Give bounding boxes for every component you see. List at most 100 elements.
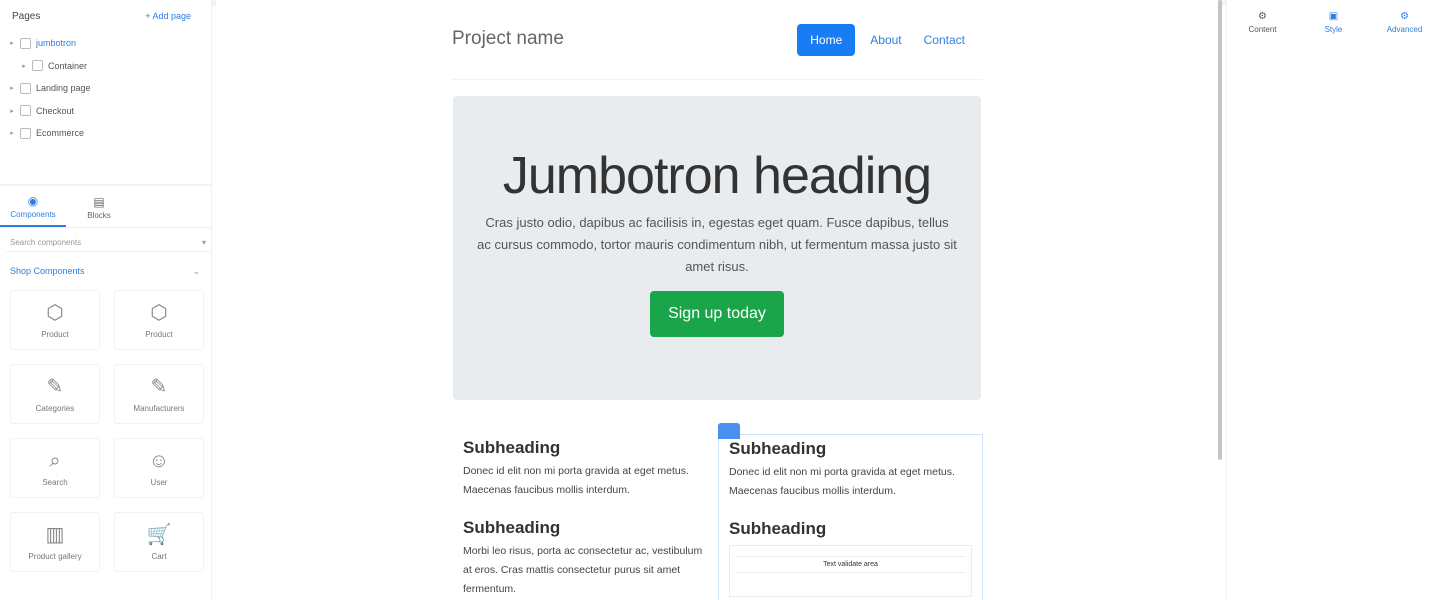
group-header-shop[interactable]: Shop Components ⌄ <box>10 262 200 280</box>
manufacturers-icon: ✎ <box>150 375 168 398</box>
chevron-down-icon[interactable]: ⌄ <box>192 266 200 277</box>
page-icon <box>20 127 31 139</box>
tab-label: Components <box>10 210 56 219</box>
content-icon: ⚙ <box>1258 10 1267 22</box>
tab-label: Content <box>1248 24 1277 34</box>
form-submit-button[interactable]: Text validate area <box>736 561 965 568</box>
component-card[interactable]: 🛒 Cart <box>114 512 204 572</box>
tree-item-label: Checkout <box>36 105 75 116</box>
form-field[interactable] <box>736 556 965 557</box>
form-field[interactable] <box>736 572 965 573</box>
canvas-scrollbar[interactable] <box>1218 0 1222 460</box>
component-card[interactable]: ⌕ Search <box>10 438 100 498</box>
components-icon: ◉ <box>27 194 39 208</box>
component-label: Cart <box>151 551 167 561</box>
paragraph[interactable]: Donec id elit non mi porta gravida at eg… <box>463 462 708 500</box>
product-icon: ⬡ <box>150 301 168 324</box>
tree-item-label: jumbotron <box>36 38 77 49</box>
subheading[interactable]: Subheading <box>729 439 972 459</box>
paragraph[interactable]: Morbi leo risus, porta ac consectetur ac… <box>463 542 708 599</box>
app-window: Pages + Add page ▸ jumbotron ▸ Container… <box>0 0 1440 600</box>
nav-links: Home About Contact <box>797 23 972 56</box>
tree-toggle-icon[interactable]: ▸ <box>8 39 16 47</box>
sign-up-button[interactable]: Sign up today <box>650 291 784 337</box>
column-right-selected[interactable]: Subheading Donec id elit non mi porta gr… <box>718 423 983 600</box>
jumbotron-text[interactable]: Cras justo odio, dapibus ac facilisis in… <box>477 212 957 278</box>
left-panel: Pages + Add page ▸ jumbotron ▸ Container… <box>0 0 212 600</box>
components-grid: ⬡ Product ⬡ Product ✎ Categories ✎ Manuf… <box>10 290 210 572</box>
page-icon <box>20 37 31 49</box>
component-label: Product <box>145 329 173 339</box>
properties-tabs: ⚙ Content ▣ Style ⚙ Advanced <box>1227 0 1440 44</box>
component-card[interactable]: ⬡ Product <box>10 290 100 350</box>
tree-toggle-icon[interactable]: ▸ <box>8 84 16 92</box>
component-label: Manufacturers <box>133 403 185 413</box>
categories-icon: ✎ <box>46 375 64 398</box>
component-card[interactable]: ▥ Product gallery <box>10 512 100 572</box>
component-label: Product gallery <box>28 551 82 561</box>
tree-item-ecommerce[interactable]: ▸ Ecommerce <box>8 122 203 145</box>
blocks-icon: ▤ <box>93 195 105 209</box>
nav-link-home[interactable]: Home <box>797 23 856 56</box>
site-navbar: Project name Home About Contact <box>452 0 982 80</box>
cart-icon: 🛒 <box>146 523 172 546</box>
jumbotron[interactable]: Jumbotron heading Cras justo odio, dapib… <box>453 96 981 400</box>
gallery-icon: ▥ <box>45 523 65 546</box>
tree-item-label: Landing page <box>36 83 91 94</box>
nav-link-contact[interactable]: Contact <box>917 24 972 56</box>
component-label: Categories <box>35 403 75 413</box>
subheading[interactable]: Subheading <box>463 518 708 538</box>
layers-header: Pages + Add page <box>0 0 211 32</box>
right-panel: ⚙ Content ▣ Style ⚙ Advanced <box>1226 0 1440 600</box>
column-left[interactable]: Subheading Donec id elit non mi porta gr… <box>453 434 718 599</box>
tree-item-landing-page[interactable]: ▸ Landing page <box>8 77 203 100</box>
search-components-input[interactable]: Search components ▾ <box>6 234 210 252</box>
style-icon: ▣ <box>1328 10 1339 22</box>
page-icon <box>32 60 43 72</box>
advanced-icon: ⚙ <box>1400 10 1409 22</box>
tree-item-label: Container <box>48 60 88 71</box>
subheading[interactable]: Subheading <box>729 519 972 539</box>
tree-item-jumbotron[interactable]: ▸ jumbotron <box>8 32 203 55</box>
tree-toggle-icon[interactable]: ▸ <box>20 62 28 70</box>
tab-label: Style <box>1324 24 1343 34</box>
selection-handle[interactable] <box>718 423 740 439</box>
panel-splitter[interactable] <box>0 184 212 186</box>
tab-blocks[interactable]: ▤ Blocks <box>66 188 132 227</box>
component-card[interactable]: ⬡ Product <box>114 290 204 350</box>
jumbotron-heading[interactable]: Jumbotron heading <box>503 146 932 206</box>
site-brand[interactable]: Project name <box>452 28 564 50</box>
tab-label: Blocks <box>87 211 111 220</box>
form-component[interactable]: Text validate area <box>729 545 972 597</box>
tree-toggle-icon[interactable]: ▸ <box>8 129 16 137</box>
component-label: User <box>150 477 168 487</box>
tree-item-checkout[interactable]: ▸ Checkout <box>8 100 203 123</box>
page-icon <box>20 82 31 94</box>
tree-item-container[interactable]: ▸ Container <box>8 55 203 78</box>
search-placeholder: Search components <box>10 238 82 247</box>
component-card[interactable]: ✎ Categories <box>10 364 100 424</box>
marketing-columns: Subheading Donec id elit non mi porta gr… <box>453 423 983 600</box>
tab-advanced[interactable]: ⚙ Advanced <box>1369 0 1440 44</box>
tab-content[interactable]: ⚙ Content <box>1227 0 1298 44</box>
tree-toggle-icon[interactable]: ▸ <box>8 107 16 115</box>
layers-tree: ▸ jumbotron ▸ Container ▸ Landing page ▸… <box>0 32 211 145</box>
component-card[interactable]: ✎ Manufacturers <box>114 364 204 424</box>
tab-label: Advanced <box>1386 24 1423 34</box>
tab-style[interactable]: ▣ Style <box>1298 0 1369 44</box>
dropdown-arrow-icon[interactable]: ▾ <box>202 238 206 247</box>
search-icon: ⌕ <box>49 449 61 472</box>
group-label: Shop Components <box>10 266 85 276</box>
nav-link-about[interactable]: About <box>863 24 908 56</box>
user-icon: ☺ <box>148 449 170 472</box>
component-label: Product <box>41 329 69 339</box>
component-label: Search <box>42 477 68 487</box>
layers-title: Pages <box>12 10 41 22</box>
add-page-button[interactable]: + Add page <box>145 11 191 21</box>
editor-canvas[interactable]: Project name Home About Contact Jumbotro… <box>216 0 1219 600</box>
component-card[interactable]: ☺ User <box>114 438 204 498</box>
product-icon: ⬡ <box>46 301 64 324</box>
tab-components[interactable]: ◉ Components <box>0 188 66 227</box>
subheading[interactable]: Subheading <box>463 438 708 458</box>
paragraph[interactable]: Donec id elit non mi porta gravida at eg… <box>729 463 972 501</box>
